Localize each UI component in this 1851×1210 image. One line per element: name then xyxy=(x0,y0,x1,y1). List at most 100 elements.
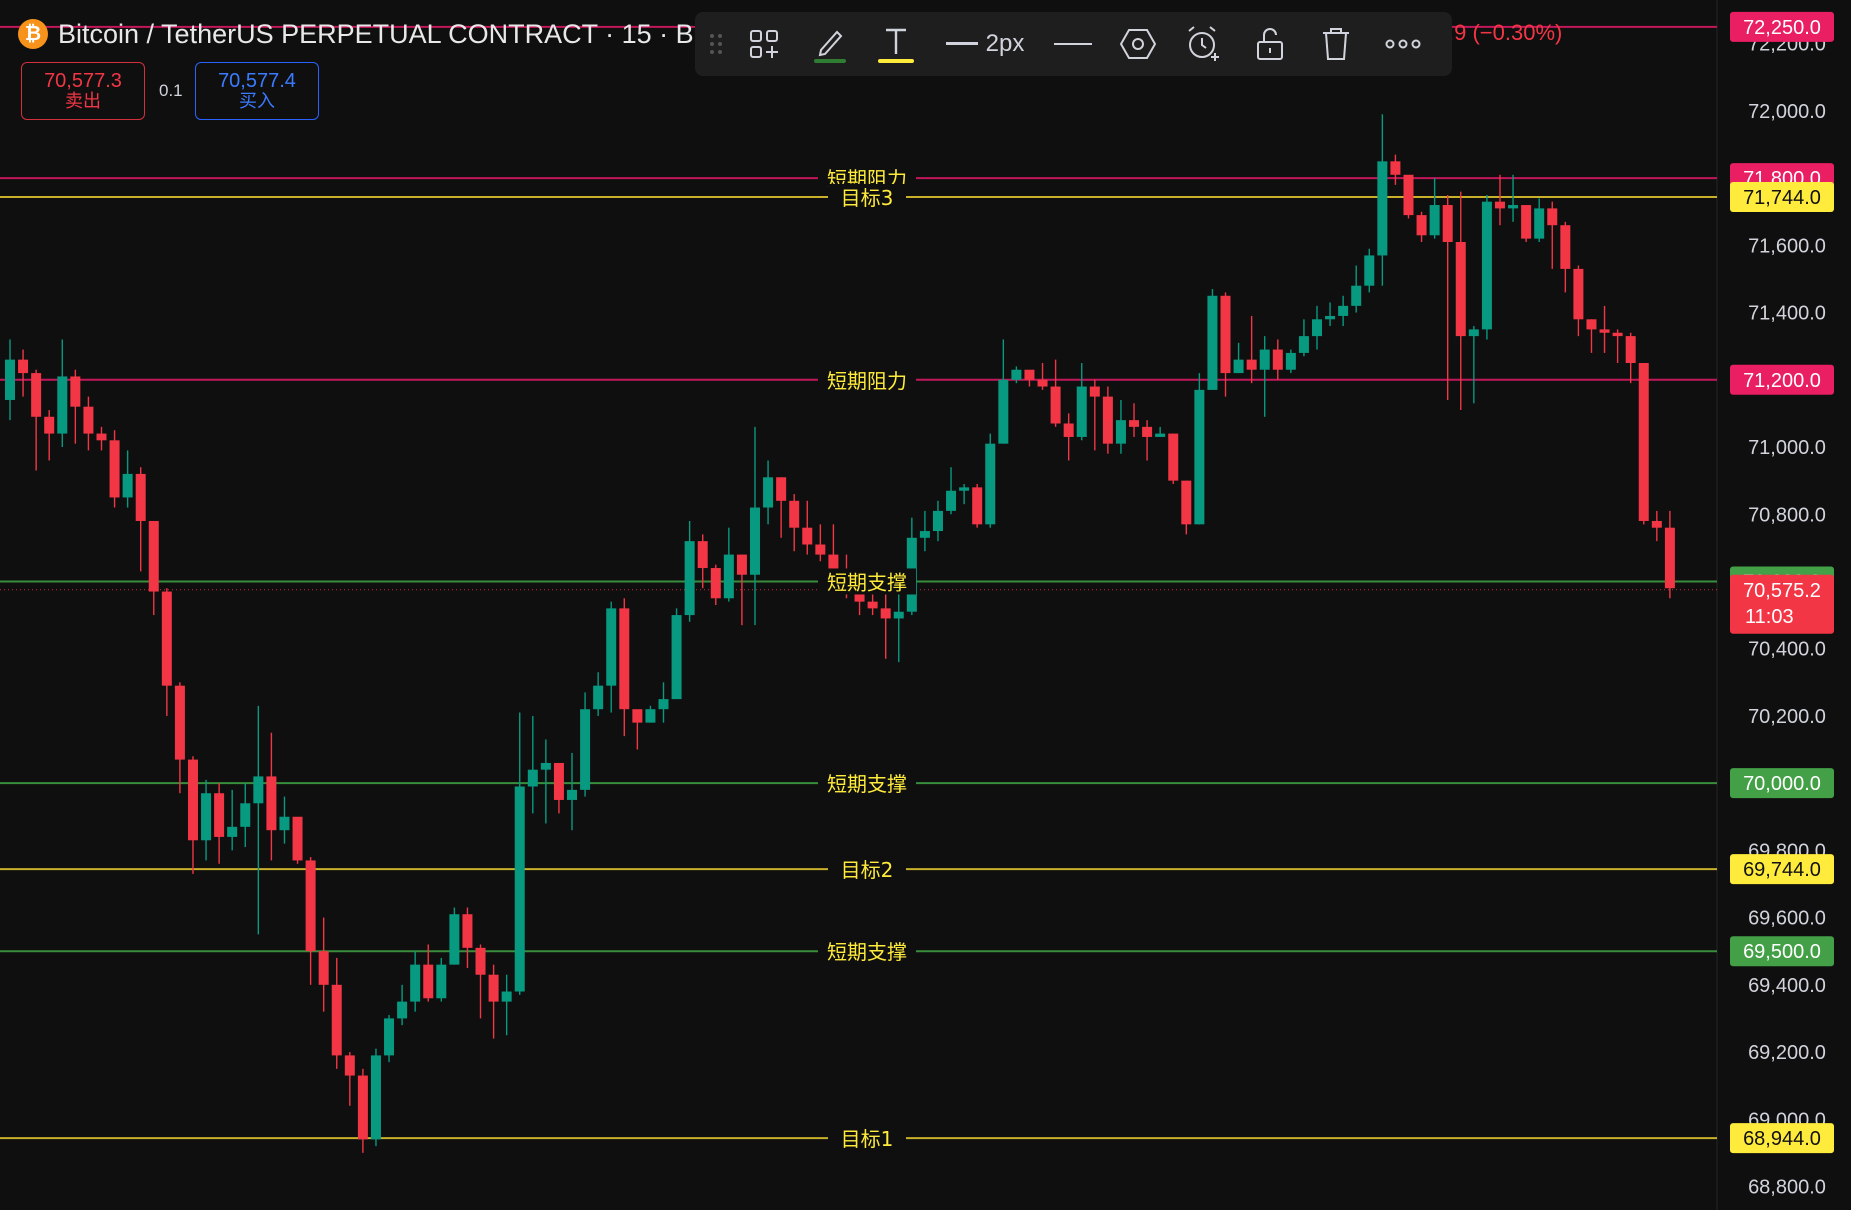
candle-body xyxy=(1481,201,1492,330)
drawing-toolbar: 2px xyxy=(695,12,1452,76)
candle-body xyxy=(1651,520,1662,528)
candle-body xyxy=(606,608,617,686)
candle-body xyxy=(540,762,551,770)
symbol-header: ₿ Bitcoin / TetherUS PERPETUAL CONTRACT … xyxy=(18,14,715,54)
candle-body xyxy=(436,964,447,999)
candle-body xyxy=(1521,205,1532,239)
symbol-title[interactable]: Bitcoin / TetherUS PERPETUAL CONTRACT · … xyxy=(58,19,715,50)
candle-body xyxy=(998,379,1009,444)
price-chart[interactable]: 短期阻力目标3短期阻力短期支撑短期支撑目标2短期支撑目标1 72,200.072… xyxy=(0,0,1851,1210)
candle-body xyxy=(553,762,564,800)
candle-body xyxy=(462,914,473,948)
price-tag-label: 71,744.0 xyxy=(1743,187,1821,209)
candle-body xyxy=(1115,420,1126,444)
line-width-button[interactable]: 2px xyxy=(929,12,1041,76)
more-icon[interactable] xyxy=(1369,12,1437,76)
candle-body xyxy=(1011,369,1022,380)
axis-tick-label: 69,200.0 xyxy=(1748,1042,1826,1064)
buy-price: 70,577.4 xyxy=(218,70,296,93)
candle-body xyxy=(96,433,107,441)
axis-tick-label: 68,800.0 xyxy=(1748,1176,1826,1198)
candle-body xyxy=(972,487,983,525)
candle-body xyxy=(1050,386,1061,424)
candle-body xyxy=(1494,201,1505,209)
candle-body xyxy=(580,709,591,790)
candle-body xyxy=(279,816,290,831)
current-price-label: 70,575.2 xyxy=(1743,580,1821,602)
unlock-icon[interactable] xyxy=(1237,12,1303,76)
candle-body xyxy=(410,964,421,1002)
price-tag-label: 70,000.0 xyxy=(1743,773,1821,795)
candle-body xyxy=(344,1055,355,1076)
candle-body xyxy=(1573,268,1584,320)
alert-icon[interactable] xyxy=(1171,12,1237,76)
candle-body xyxy=(697,541,708,569)
bar-countdown: 11:03 xyxy=(1745,606,1794,628)
candle-body xyxy=(122,473,133,498)
candle-body xyxy=(1259,349,1270,370)
buy-label: 买入 xyxy=(239,91,275,112)
candle-body xyxy=(1076,386,1087,437)
candle-body xyxy=(240,803,251,827)
candle-body xyxy=(357,1075,368,1140)
level-label: 目标2 xyxy=(841,858,894,882)
drag-handle-icon[interactable] xyxy=(701,12,731,76)
candle-body xyxy=(1351,285,1362,306)
candle-body xyxy=(527,769,538,787)
candle-body xyxy=(1325,315,1336,320)
candle-body xyxy=(919,531,930,538)
candle-body xyxy=(1233,359,1244,374)
line-style-icon[interactable] xyxy=(1041,12,1105,76)
level-label: 短期支撑 xyxy=(827,772,907,796)
price-tag-label: 72,250.0 xyxy=(1743,17,1821,39)
candle-body xyxy=(1246,359,1257,370)
candle-body xyxy=(763,477,774,508)
candle-body xyxy=(1024,369,1035,380)
candle-body xyxy=(1560,225,1571,269)
hexagon-settings-icon[interactable] xyxy=(1105,12,1171,76)
pencil-icon[interactable] xyxy=(797,12,863,76)
level-labels-layer: 短期阻力目标3短期阻力短期支撑短期支撑目标2短期支撑目标1 xyxy=(818,165,916,1152)
axis-tick-label: 71,000.0 xyxy=(1748,437,1826,459)
sell-button[interactable]: 70,577.3 卖出 xyxy=(21,62,145,120)
candle-body xyxy=(135,473,146,521)
template-icon[interactable] xyxy=(731,12,797,76)
price-tag-label: 69,744.0 xyxy=(1743,859,1821,881)
candle-body xyxy=(201,793,212,841)
candle-body xyxy=(1207,295,1218,390)
candle-body xyxy=(985,443,996,525)
level-label: 短期支撑 xyxy=(827,570,907,594)
candle-body xyxy=(1442,205,1453,242)
candle-body xyxy=(1129,420,1140,427)
candle-body xyxy=(292,816,303,861)
candle-body xyxy=(174,685,185,760)
candle-body xyxy=(187,759,198,841)
axis-tick-label: 69,400.0 xyxy=(1748,975,1826,997)
candle-body xyxy=(776,477,787,501)
candle-body xyxy=(1586,319,1597,330)
candle-body xyxy=(31,373,42,417)
candle-body xyxy=(1312,319,1322,337)
candle-body xyxy=(815,544,826,555)
buy-button[interactable]: 70,577.4 买入 xyxy=(195,62,319,120)
candle-body xyxy=(514,786,525,992)
text-icon[interactable] xyxy=(863,12,929,76)
candle-body xyxy=(946,490,957,511)
candle-body xyxy=(802,527,813,545)
candle-body xyxy=(593,685,604,710)
candle-body xyxy=(932,510,943,532)
candle-body xyxy=(632,709,643,723)
axis-tick-label: 70,800.0 xyxy=(1748,504,1826,526)
axis-tick-label: 72,000.0 xyxy=(1748,101,1826,123)
candle-body xyxy=(1377,161,1388,256)
price-axis[interactable]: 72,200.072,000.071,600.071,400.071,000.0… xyxy=(1730,11,1834,1199)
trash-icon[interactable] xyxy=(1303,12,1369,76)
candle-body xyxy=(214,793,225,837)
candle-body xyxy=(1338,305,1349,316)
candle-body xyxy=(1429,205,1440,236)
candle-body xyxy=(475,947,486,975)
axis-tick-label: 70,400.0 xyxy=(1748,639,1826,661)
candle-body xyxy=(710,568,721,599)
candle-body xyxy=(70,376,81,407)
candle-body xyxy=(501,991,512,1002)
